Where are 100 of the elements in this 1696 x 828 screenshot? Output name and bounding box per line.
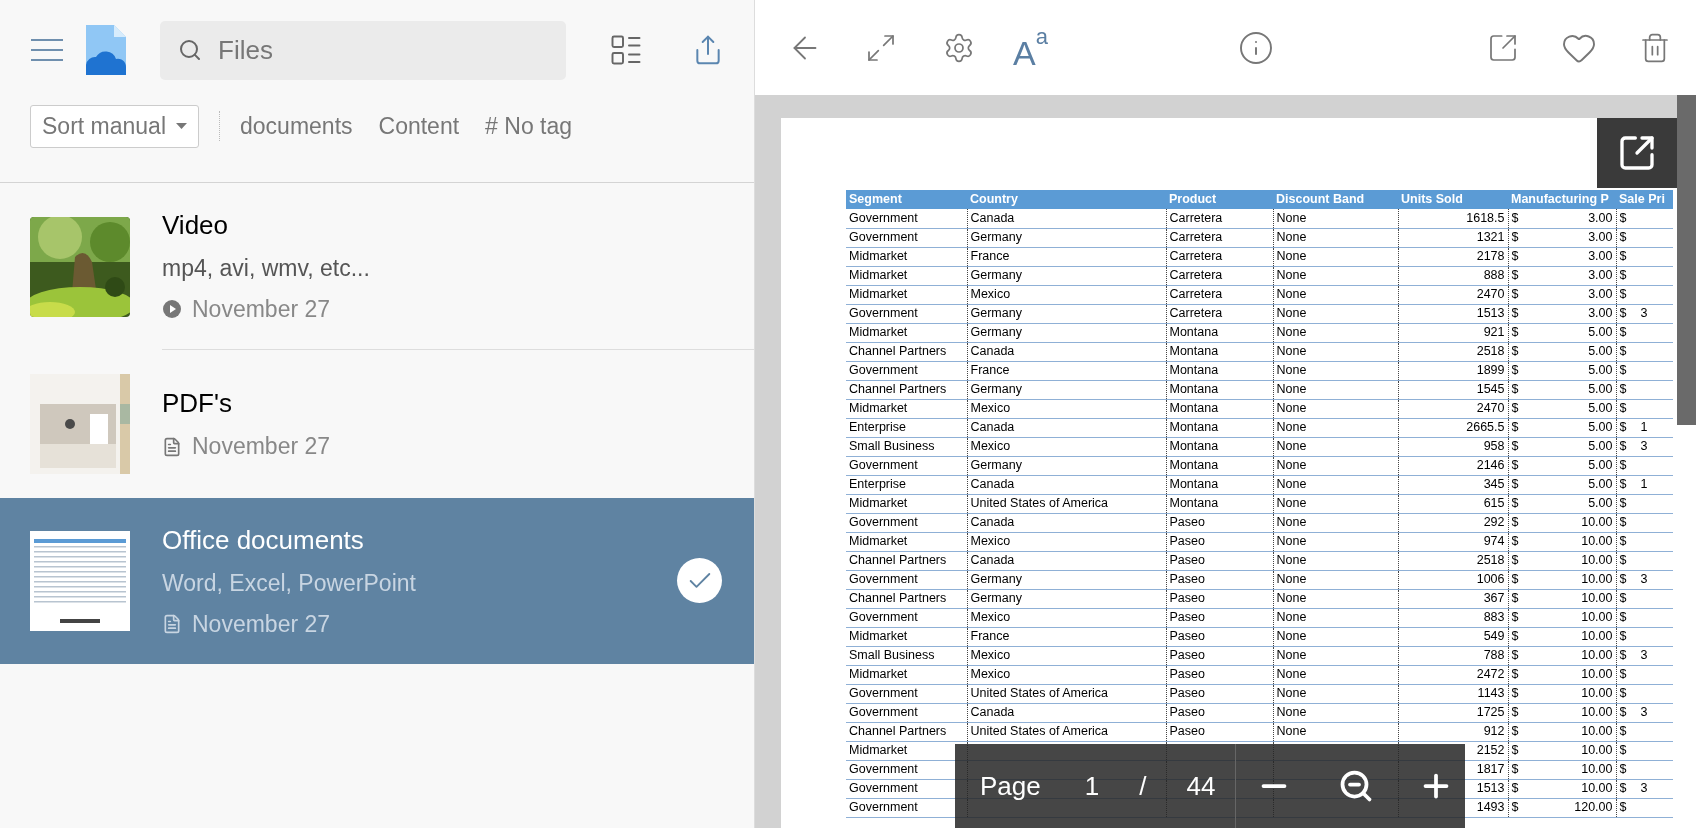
table-cell: None [1276, 591, 1307, 606]
table-cell: None [1276, 496, 1307, 511]
table-cell: 3.00 [1588, 269, 1613, 282]
table-cell: 5.00 [1588, 345, 1613, 358]
table-cell: None [1276, 610, 1307, 625]
table-cell: Germany [970, 306, 1022, 321]
zoom-out-icon[interactable] [1338, 768, 1374, 804]
table-cell: 10.00 [1581, 630, 1613, 643]
table-cell: $ [1511, 535, 1519, 548]
table-cell: 10.00 [1581, 516, 1613, 529]
item-date: November 27 [192, 294, 331, 324]
table-cell: Canada [970, 515, 1015, 530]
table-cell: Enterprise [849, 420, 906, 435]
table-cell: None [1276, 363, 1307, 378]
info-icon[interactable] [1237, 29, 1274, 66]
table-cell: $ [1619, 611, 1627, 624]
table-cell: 5.00 [1588, 383, 1613, 396]
table-cell: Carretera [1169, 211, 1223, 225]
table-cell: $ [1511, 668, 1519, 681]
menu-icon[interactable] [30, 38, 64, 62]
table-cell: $ [1511, 725, 1519, 738]
table-cell: Midmarket [849, 401, 908, 416]
column-header: Discount Band [1273, 190, 1398, 209]
current-page[interactable]: 1 [1084, 766, 1100, 806]
table-cell: $ [1511, 459, 1519, 472]
item-subtitle: mp4, avi, wmv, etc... [162, 254, 370, 283]
table-cell: 5.00 [1588, 497, 1613, 510]
table-cell: Paseo [1169, 648, 1205, 663]
total-pages: 44 [1186, 769, 1216, 803]
table-cell: $ [1619, 269, 1627, 282]
item-title: Video [162, 209, 229, 242]
table-cell: 3.00 [1588, 307, 1613, 320]
table-cell: Small Business [849, 439, 935, 454]
column-header: Country [967, 190, 1166, 209]
table-cell: Carretera [1169, 230, 1223, 245]
table-cell: Midmarket [849, 629, 908, 644]
table-cell: Germany [970, 572, 1022, 587]
table-cell: 1618.5 [1466, 211, 1505, 225]
table-cell: $ [1511, 801, 1519, 814]
table-cell: 5.00 [1588, 440, 1613, 453]
table-cell: $ [1619, 630, 1627, 643]
table-cell: $ [1511, 630, 1519, 643]
table-cell: Government [849, 572, 918, 587]
column-header: Product [1166, 190, 1273, 209]
table-cell: Paseo [1169, 724, 1205, 739]
table-cell: Enterprise [849, 477, 906, 492]
table-cell: $ [1511, 402, 1519, 415]
table-cell: Paseo [1169, 515, 1205, 530]
table-cell: France [970, 363, 1010, 378]
table-cell: Canada [970, 477, 1015, 492]
trash-icon[interactable] [1639, 31, 1671, 64]
table-cell: $ [1511, 345, 1519, 358]
settings-icon[interactable] [943, 31, 975, 64]
popout-button[interactable] [1597, 118, 1677, 188]
table-cell: 974 [1483, 534, 1505, 549]
table-cell: United States of America [970, 724, 1109, 739]
search-icon [178, 37, 202, 62]
table-cell: $ [1511, 706, 1519, 719]
document-icon [162, 436, 182, 457]
table-cell: 2518 [1476, 344, 1505, 359]
table-cell: Montana [1169, 382, 1219, 397]
table-cell: $ [1511, 611, 1519, 624]
column-header: Units Sold [1398, 190, 1508, 209]
table-cell: $ [1511, 554, 1519, 567]
table-cell: Carretera [1169, 287, 1223, 302]
file-list-item[interactable]: Video mp4, avi, wmv, etc... November 27 [0, 183, 754, 350]
table-cell: 3.00 [1588, 212, 1613, 225]
table-cell: Mexico [970, 287, 1011, 302]
table-cell: $ [1511, 421, 1519, 434]
file-list-item[interactable]: PDF's November 27 [0, 350, 754, 498]
filter-chip[interactable]: documents [240, 108, 353, 144]
table-cell: $ [1619, 573, 1627, 586]
table-cell: 549 [1483, 629, 1505, 644]
search-field[interactable]: Files [160, 20, 566, 80]
table-cell: 5.00 [1588, 364, 1613, 377]
table-cell: Mexico [970, 610, 1011, 625]
file-list-item[interactable]: Office documents Word, Excel, PowerPoint November 27 [0, 498, 754, 664]
table-cell: Government [849, 230, 918, 245]
table-cell: $ [1619, 744, 1627, 757]
table-cell: None [1276, 515, 1307, 530]
table-cell: 3.00 [1588, 231, 1613, 244]
scrollbar-thumb[interactable] [1677, 95, 1696, 425]
table-cell: Midmarket [849, 325, 908, 340]
table-cell: 10.00 [1581, 782, 1613, 795]
tags-filter[interactable]: # No tag [485, 108, 573, 144]
table-cell: Channel Partners [849, 382, 947, 397]
table-cell: Channel Partners [849, 344, 947, 359]
table-cell: Paseo [1169, 572, 1205, 587]
table-cell: 10.00 [1581, 554, 1613, 567]
table-cell: Government [849, 458, 918, 473]
table-cell: $ [1511, 516, 1519, 529]
table-cell: Mexico [970, 439, 1011, 454]
table-cell: $ [1511, 231, 1519, 244]
sort-dropdown[interactable]: Sort manual [30, 104, 199, 148]
table-cell: 1725 [1476, 705, 1505, 720]
table-cell: Germany [970, 458, 1022, 473]
filter-chip[interactable]: Content [378, 108, 460, 144]
table-cell: 5.00 [1588, 478, 1613, 491]
page-label: Page [980, 769, 1041, 803]
table-cell: $ [1511, 763, 1519, 776]
